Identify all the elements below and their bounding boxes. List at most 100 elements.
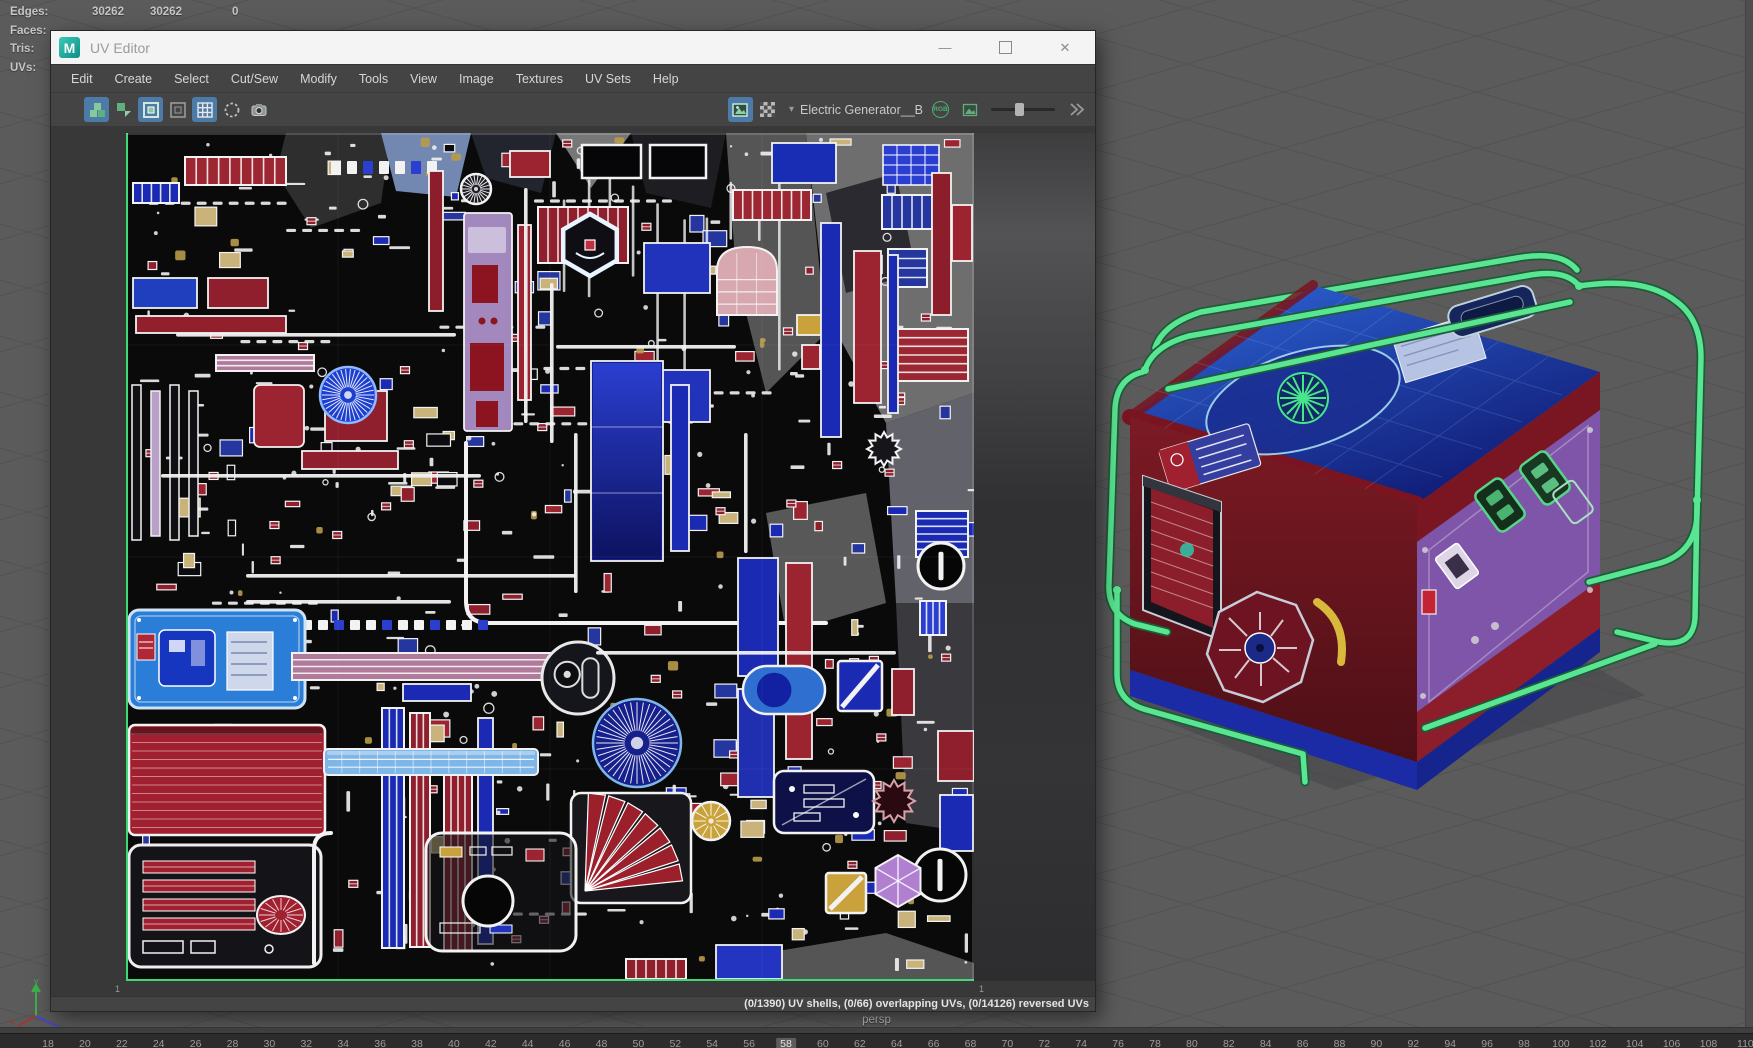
image-display-button[interactable] bbox=[727, 97, 753, 122]
frame-tick[interactable]: 26 bbox=[190, 1038, 202, 1048]
frame-tick[interactable]: 86 bbox=[1297, 1038, 1309, 1048]
frame-tick[interactable]: 72 bbox=[1038, 1038, 1050, 1048]
frame-tick[interactable]: 70 bbox=[1002, 1038, 1014, 1048]
frame-tick[interactable]: 108 bbox=[1700, 1038, 1718, 1048]
frame-tick[interactable]: 102 bbox=[1589, 1038, 1607, 1048]
frame-tick[interactable]: 32 bbox=[300, 1038, 312, 1048]
frame-tick[interactable]: 18 bbox=[42, 1038, 54, 1048]
menu-item-help[interactable]: Help bbox=[642, 72, 690, 86]
slider-handle[interactable] bbox=[1014, 102, 1024, 116]
hud-label: Faces: bbox=[10, 24, 47, 37]
frame-tick[interactable]: 38 bbox=[411, 1038, 423, 1048]
menu-item-view[interactable]: View bbox=[399, 72, 448, 86]
maya-application: Edges: 30262 30262 0 Faces: Tris: UVs: persp y… bbox=[0, 0, 1753, 1048]
hud-label: Edges: bbox=[10, 6, 49, 18]
frame-tick[interactable]: 88 bbox=[1334, 1038, 1346, 1048]
menu-item-select[interactable]: Select bbox=[163, 72, 220, 86]
viewport-edge-strip bbox=[1745, 0, 1753, 1034]
frame-tick[interactable]: 62 bbox=[854, 1038, 866, 1048]
menu-item-image[interactable]: Image bbox=[448, 72, 505, 86]
maximize-button[interactable] bbox=[975, 31, 1035, 64]
frame-tick[interactable]: 40 bbox=[448, 1038, 460, 1048]
frame-tick[interactable]: 94 bbox=[1444, 1038, 1456, 1048]
checker-icon bbox=[759, 102, 775, 117]
frame-tick[interactable]: 96 bbox=[1481, 1038, 1493, 1048]
hud-label: UVs: bbox=[10, 61, 37, 74]
dim-image-button[interactable] bbox=[219, 97, 244, 122]
frame-tick[interactable]: 42 bbox=[485, 1038, 497, 1048]
frame-tick[interactable]: 64 bbox=[891, 1038, 903, 1048]
frame-tick[interactable]: 90 bbox=[1371, 1038, 1383, 1048]
axis-x-label: x bbox=[10, 1016, 15, 1026]
frame-tick[interactable]: 34 bbox=[337, 1038, 349, 1048]
frame-tick[interactable]: 52 bbox=[669, 1038, 681, 1048]
frame-tick[interactable]: 74 bbox=[1075, 1038, 1087, 1048]
rgb-channel-badge[interactable]: RGB bbox=[932, 101, 949, 118]
uv-texture-atlas[interactable] bbox=[126, 133, 974, 981]
image-exposure-button[interactable] bbox=[957, 97, 982, 122]
frame-tick[interactable]: 80 bbox=[1186, 1038, 1198, 1048]
texture-border-icon bbox=[169, 101, 186, 118]
frame-tick[interactable]: 60 bbox=[817, 1038, 829, 1048]
titlebar[interactable]: M UV Editor — ✕ bbox=[51, 31, 1095, 64]
tile-layout-button[interactable] bbox=[57, 97, 82, 122]
frame-tick[interactable]: 36 bbox=[374, 1038, 386, 1048]
frame-tick[interactable]: 106 bbox=[1663, 1038, 1681, 1048]
close-button[interactable]: ✕ bbox=[1035, 31, 1095, 64]
frame-tick[interactable]: 68 bbox=[965, 1038, 977, 1048]
menu-item-uv-sets[interactable]: UV Sets bbox=[574, 72, 642, 86]
menu-item-create[interactable]: Create bbox=[104, 72, 164, 86]
frame-tick[interactable]: 110 bbox=[1737, 1038, 1753, 1048]
frame-tick[interactable]: 78 bbox=[1149, 1038, 1161, 1048]
menu-item-cut-sew[interactable]: Cut/Sew bbox=[220, 72, 289, 86]
hud-value: 30262 bbox=[92, 6, 124, 18]
uv-canvas[interactable]: 1 1 bbox=[51, 126, 1095, 997]
menu-item-modify[interactable]: Modify bbox=[289, 72, 348, 86]
frame-tick[interactable]: 100 bbox=[1552, 1038, 1570, 1048]
uv-statistics: (0/1390) UV shells, (0/66) overlapping U… bbox=[744, 998, 1089, 1010]
window-title: UV Editor bbox=[90, 39, 150, 56]
texture-border-button[interactable] bbox=[165, 97, 190, 122]
current-frame[interactable]: 58 bbox=[776, 1038, 796, 1048]
pixel-grid-button[interactable] bbox=[192, 97, 217, 122]
menu-item-tools[interactable]: Tools bbox=[348, 72, 399, 86]
generator-model[interactable] bbox=[1005, 250, 1753, 930]
checker-map-button[interactable] bbox=[755, 97, 780, 122]
frame-tick[interactable]: 44 bbox=[522, 1038, 534, 1048]
texture-name-dropdown[interactable]: Electric Generator__B bbox=[800, 103, 923, 117]
minimize-button[interactable]: — bbox=[915, 31, 975, 64]
pixel-grid-icon bbox=[196, 101, 213, 118]
frame-tick[interactable]: 30 bbox=[264, 1038, 276, 1048]
uv-snapshot-camera-button[interactable] bbox=[246, 97, 271, 122]
frame-tick[interactable]: 104 bbox=[1626, 1038, 1644, 1048]
frame-tick[interactable]: 98 bbox=[1518, 1038, 1530, 1048]
image-exposure-slider[interactable] bbox=[991, 102, 1055, 118]
frame-tick[interactable]: 54 bbox=[706, 1038, 718, 1048]
frame-tick[interactable]: 92 bbox=[1407, 1038, 1419, 1048]
menu-item-edit[interactable]: Edit bbox=[60, 72, 104, 86]
frame-tick[interactable]: 82 bbox=[1223, 1038, 1235, 1048]
expand-toolbar-button[interactable] bbox=[1064, 97, 1089, 122]
frame-tick[interactable]: 48 bbox=[596, 1038, 608, 1048]
menu-item-textures[interactable]: Textures bbox=[505, 72, 574, 86]
air-filter-box bbox=[1142, 474, 1222, 642]
frame-tick[interactable]: 84 bbox=[1260, 1038, 1272, 1048]
frame-tick[interactable]: 50 bbox=[633, 1038, 645, 1048]
fuel-valve bbox=[1180, 543, 1194, 557]
frame-tick[interactable]: 76 bbox=[1112, 1038, 1124, 1048]
texture-dropdown-caret[interactable]: ▾ bbox=[789, 104, 794, 115]
shaded-uv-display-button[interactable] bbox=[84, 97, 109, 122]
fuel-cap bbox=[1277, 372, 1329, 424]
menubar: Edit Create Select Cut/Sew Modify Tools View Im… bbox=[51, 64, 1095, 92]
flipped-uv-shading-icon bbox=[116, 102, 131, 117]
frame-tick[interactable]: 22 bbox=[116, 1038, 128, 1048]
frame-tick[interactable]: 46 bbox=[559, 1038, 571, 1048]
frame-tick[interactable]: 66 bbox=[928, 1038, 940, 1048]
flipped-uv-shading-button[interactable] bbox=[111, 97, 136, 122]
frame-tick[interactable]: 24 bbox=[153, 1038, 165, 1048]
frame-tick[interactable]: 56 bbox=[743, 1038, 755, 1048]
frame-tick[interactable]: 28 bbox=[227, 1038, 239, 1048]
frame-tick[interactable]: 20 bbox=[79, 1038, 91, 1048]
uv-border-display-button[interactable] bbox=[138, 97, 163, 122]
time-slider[interactable]: 18 20 22 24 26 28 30 32 34 36 38 40 42 44 46 48 50 52 54 56… bbox=[0, 1033, 1753, 1048]
